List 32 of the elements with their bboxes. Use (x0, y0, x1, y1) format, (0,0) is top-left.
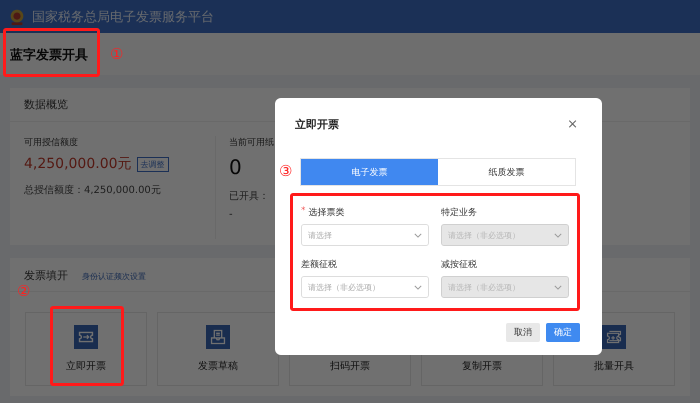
chevron-down-icon (414, 232, 422, 238)
adjust-button[interactable]: 去调整 (136, 156, 169, 172)
inbox-icon (206, 325, 230, 349)
settings-link[interactable]: 身份认证频次设置 (82, 271, 146, 282)
cancel-button[interactable]: 取消 (506, 323, 540, 342)
field-label: 减按征税 (441, 258, 477, 271)
select-field[interactable]: 请选择 (301, 224, 429, 246)
stat-detail: 总授信额度：4,250,000.00元 (24, 184, 161, 197)
tab[interactable]: 电子发票 (301, 159, 438, 185)
step-marker: ③ (279, 162, 292, 180)
field-label: 特定业务 (441, 206, 477, 219)
step-marker: ① (110, 45, 124, 63)
emblem-icon (8, 8, 26, 26)
page-title: 蓝字发票开具 (10, 48, 88, 63)
chevron-down-icon (414, 284, 422, 290)
stat-value: 0 (229, 155, 242, 179)
chevron-down-icon (554, 232, 562, 238)
ticket-icon (74, 325, 98, 349)
step-marker: ② (17, 282, 30, 300)
chevron-down-icon (554, 284, 562, 290)
required-mark: * (301, 206, 306, 218)
stat-extra: - (229, 209, 233, 220)
field-label: 差额征税 (301, 258, 337, 271)
stat-detail: 已开具： (229, 190, 269, 203)
select-field[interactable]: 请选择（非必选项） (301, 276, 429, 298)
card-title: 发票填开 (24, 268, 68, 283)
stat-label: 当前可用纸 (229, 136, 274, 149)
field-label: 选择票类 (308, 206, 344, 219)
platform-title: 国家税务总局电子发票服务平台 (32, 8, 214, 26)
confirm-button[interactable]: 确定 (546, 323, 580, 342)
stat-value: 4,250,000.00元 (24, 155, 132, 173)
stat-label: 可用授信额度 (24, 136, 78, 149)
